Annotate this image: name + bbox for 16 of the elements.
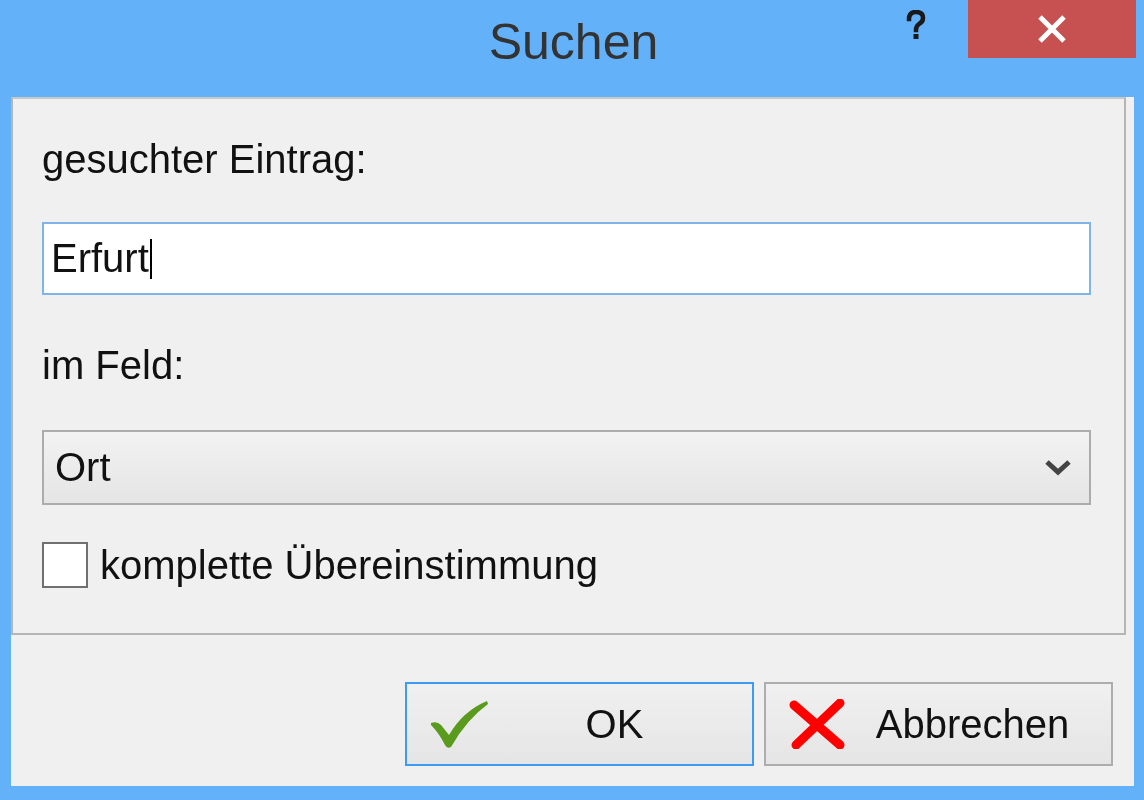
window-title: Suchen [488, 13, 659, 70]
close-button[interactable] [968, 0, 1136, 58]
field-dropdown[interactable]: Ort [42, 430, 1091, 505]
chevron-down-icon [1045, 459, 1071, 476]
ok-button[interactable]: OK [405, 682, 754, 766]
text-cursor-icon [149, 238, 152, 279]
cross-icon [788, 699, 846, 749]
cancel-button[interactable]: Abbrechen [764, 682, 1113, 766]
checkmark-icon [429, 699, 489, 749]
search-field[interactable]: Erfurt [42, 222, 1091, 295]
checkbox-label[interactable]: komplette Übereinstimmung [100, 542, 598, 588]
field-label: im Feld: [42, 343, 185, 387]
field-label: gesuchter Eintrag: [42, 137, 367, 181]
close-icon [1037, 14, 1067, 44]
help-icon [906, 10, 926, 40]
checkbox[interactable] [42, 542, 88, 588]
